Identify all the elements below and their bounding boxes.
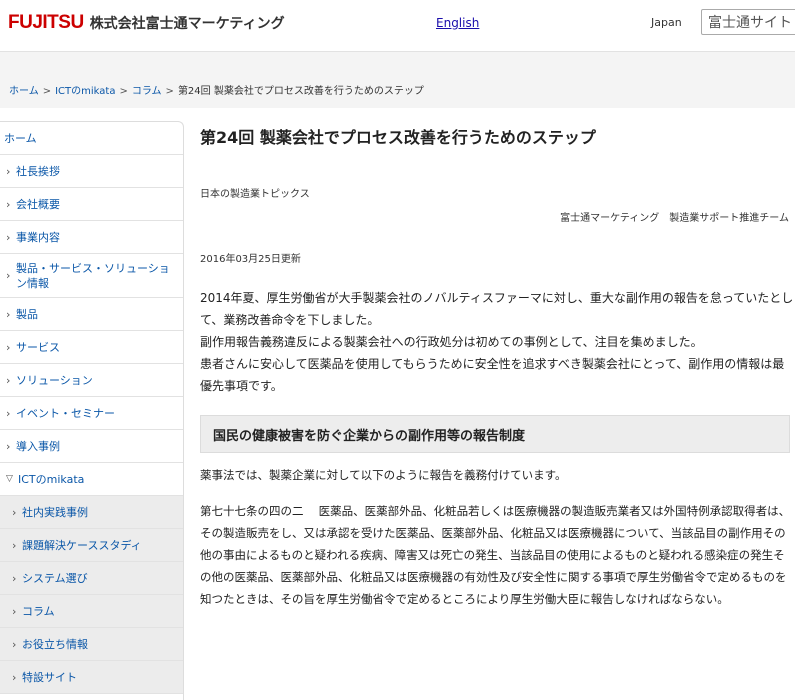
breadcrumb-home[interactable]: ホーム — [9, 86, 39, 97]
company-name: 株式会社富士通マーケティング — [89, 16, 285, 32]
sidebar-item-case-studies[interactable]: › 導入事例 — [0, 430, 183, 463]
sidebar-subitem-internal-practice[interactable]: › 社内実践事例 — [0, 496, 183, 529]
sidebar-subitem-special-site[interactable]: › 特設サイト — [0, 661, 183, 694]
sidebar-item-greeting[interactable]: › 社長挨拶 — [0, 155, 183, 188]
sidebar-item-label: コラム — [22, 604, 55, 618]
chevron-right-icon: › — [12, 670, 17, 684]
breadcrumb: ホーム > ICTのmikata > コラム > 第24回 製薬会社でプロセス改善を行うため… — [9, 82, 424, 97]
region-label: Japan — [651, 16, 682, 29]
sidebar-item-label: 製品 — [16, 307, 38, 321]
intro-paragraph: 患者さんに安心して医薬品を使用してもらうために安全性を追求すべき製薬会社にとって… — [200, 357, 785, 393]
breadcrumb-ict-mikata[interactable]: ICTのmikata — [55, 86, 115, 97]
chevron-right-icon: › — [6, 406, 11, 420]
breadcrumb-separator: > — [119, 86, 128, 97]
sidebar-item-label: 会社概要 — [16, 197, 60, 211]
sidebar-subitem-case-study[interactable]: › 課題解決ケーススタディ — [0, 529, 183, 562]
article-category: 日本の製造業トピックス — [200, 189, 310, 200]
sidebar-item-label: 事業内容 — [16, 230, 60, 244]
article-updated-date: 2016年03月25日更新 — [200, 254, 301, 265]
sidebar-item-label: 製品・サービス・ソリューション情報 — [16, 261, 170, 290]
article-author: 富士通マーケティング 製造業サポート推進チーム — [560, 213, 789, 224]
sidebar-item-label: 社長挨拶 — [16, 164, 60, 178]
sidebar-item-label: 課題解決ケーススタディ — [22, 538, 142, 552]
chevron-right-icon: › — [6, 373, 11, 387]
chevron-down-icon: ▽ — [6, 474, 13, 484]
law-text: 第七十七条の四の二 医薬品、医薬部外品、化粧品若しくは医療機器の製造販売業者又は… — [200, 504, 791, 606]
site-header: FUJITSU 株式会社富士通マーケティング English Japan — [0, 0, 795, 52]
sidebar-subitem-system-selection[interactable]: › システム選び — [0, 562, 183, 595]
sidebar-subitem-column[interactable]: › コラム — [0, 595, 183, 628]
breadcrumb-band — [0, 52, 795, 108]
sidebar-item-label: ソリューション — [16, 373, 93, 387]
sidebar-item-home[interactable]: ホーム — [0, 122, 183, 155]
breadcrumb-column[interactable]: コラム — [132, 86, 162, 97]
article-intro: 2014年夏、厚生労働省が大手製薬会社のノバルティスファーマに対し、重大な副作用… — [200, 287, 795, 397]
sidebar-item-label: 特設サイト — [22, 670, 77, 684]
fujitsu-logo: FUJITSU — [8, 12, 84, 33]
sidebar-item-solutions[interactable]: › ソリューション — [0, 364, 183, 397]
sidebar-item-label: システム選び — [22, 571, 88, 585]
sidebar-item-products[interactable]: › 製品 — [0, 298, 183, 331]
section-lead: 薬事法では、製薬企業に対して以下のように報告を義務付けています。 — [200, 468, 567, 482]
sidebar-item-label: ICTのmikata — [18, 472, 85, 486]
sidebar-item-business[interactable]: › 事業内容 — [0, 221, 183, 254]
sidebar-item-services[interactable]: › サービス — [0, 331, 183, 364]
page-title: 第24回 製薬会社でプロセス改善を行うためのステップ — [200, 128, 596, 147]
sidebar-item-ict-mikata[interactable]: ▽ ICTのmikata — [0, 463, 183, 496]
sidebar-item-label: サービス — [16, 340, 60, 354]
search-input[interactable] — [701, 9, 795, 35]
sidebar-item-company-profile[interactable]: › 会社概要 — [0, 188, 183, 221]
sidebar-item-label: 社内実践事例 — [22, 505, 88, 519]
english-link[interactable]: English — [436, 16, 479, 30]
intro-paragraph: 副作用報告義務違反による製薬会社への行政処分は初めての事例として、注目を集めまし… — [200, 335, 703, 349]
chevron-right-icon: › — [6, 230, 11, 244]
sidebar-nav: ホーム › 社長挨拶 › 会社概要 › 事業内容 › 製品・サービス・ソリューシ… — [0, 121, 184, 700]
breadcrumb-separator: > — [165, 86, 174, 97]
intro-paragraph: 2014年夏、厚生労働省が大手製薬会社のノバルティスファーマに対し、重大な副作用… — [200, 291, 794, 327]
chevron-right-icon: › — [12, 538, 17, 552]
chevron-right-icon: › — [6, 269, 11, 282]
sidebar-item-label: 導入事例 — [16, 439, 60, 453]
chevron-right-icon: › — [6, 439, 11, 453]
chevron-right-icon: › — [12, 571, 17, 585]
logo[interactable]: FUJITSU 株式会社富士通マーケティング — [8, 12, 285, 34]
sidebar-item-events[interactable]: › イベント・セミナー — [0, 397, 183, 430]
sidebar-item-label: ホーム — [4, 131, 37, 145]
sidebar-subitem-useful-info[interactable]: › お役立ち情報 — [0, 628, 183, 661]
chevron-right-icon: › — [6, 340, 11, 354]
breadcrumb-separator: > — [42, 86, 52, 97]
chevron-right-icon: › — [12, 604, 17, 618]
sidebar-item-products-info[interactable]: › 製品・サービス・ソリューション情報 — [0, 254, 183, 298]
chevron-right-icon: › — [12, 505, 17, 519]
breadcrumb-current: 第24回 製薬会社でプロセス改善を行うためのステップ — [177, 86, 424, 97]
sidebar-item-label: お役立ち情報 — [22, 637, 88, 651]
article: 第24回 製薬会社でプロセス改善を行うためのステップ 日本の製造業トピックス 富… — [200, 121, 795, 610]
section-heading: 国民の健康被害を防ぐ企業からの副作用等の報告制度 — [200, 415, 790, 453]
chevron-right-icon: › — [12, 637, 17, 651]
chevron-right-icon: › — [6, 197, 11, 211]
chevron-right-icon: › — [6, 164, 11, 178]
sidebar-item-label: イベント・セミナー — [16, 406, 115, 420]
chevron-right-icon: › — [6, 307, 11, 321]
